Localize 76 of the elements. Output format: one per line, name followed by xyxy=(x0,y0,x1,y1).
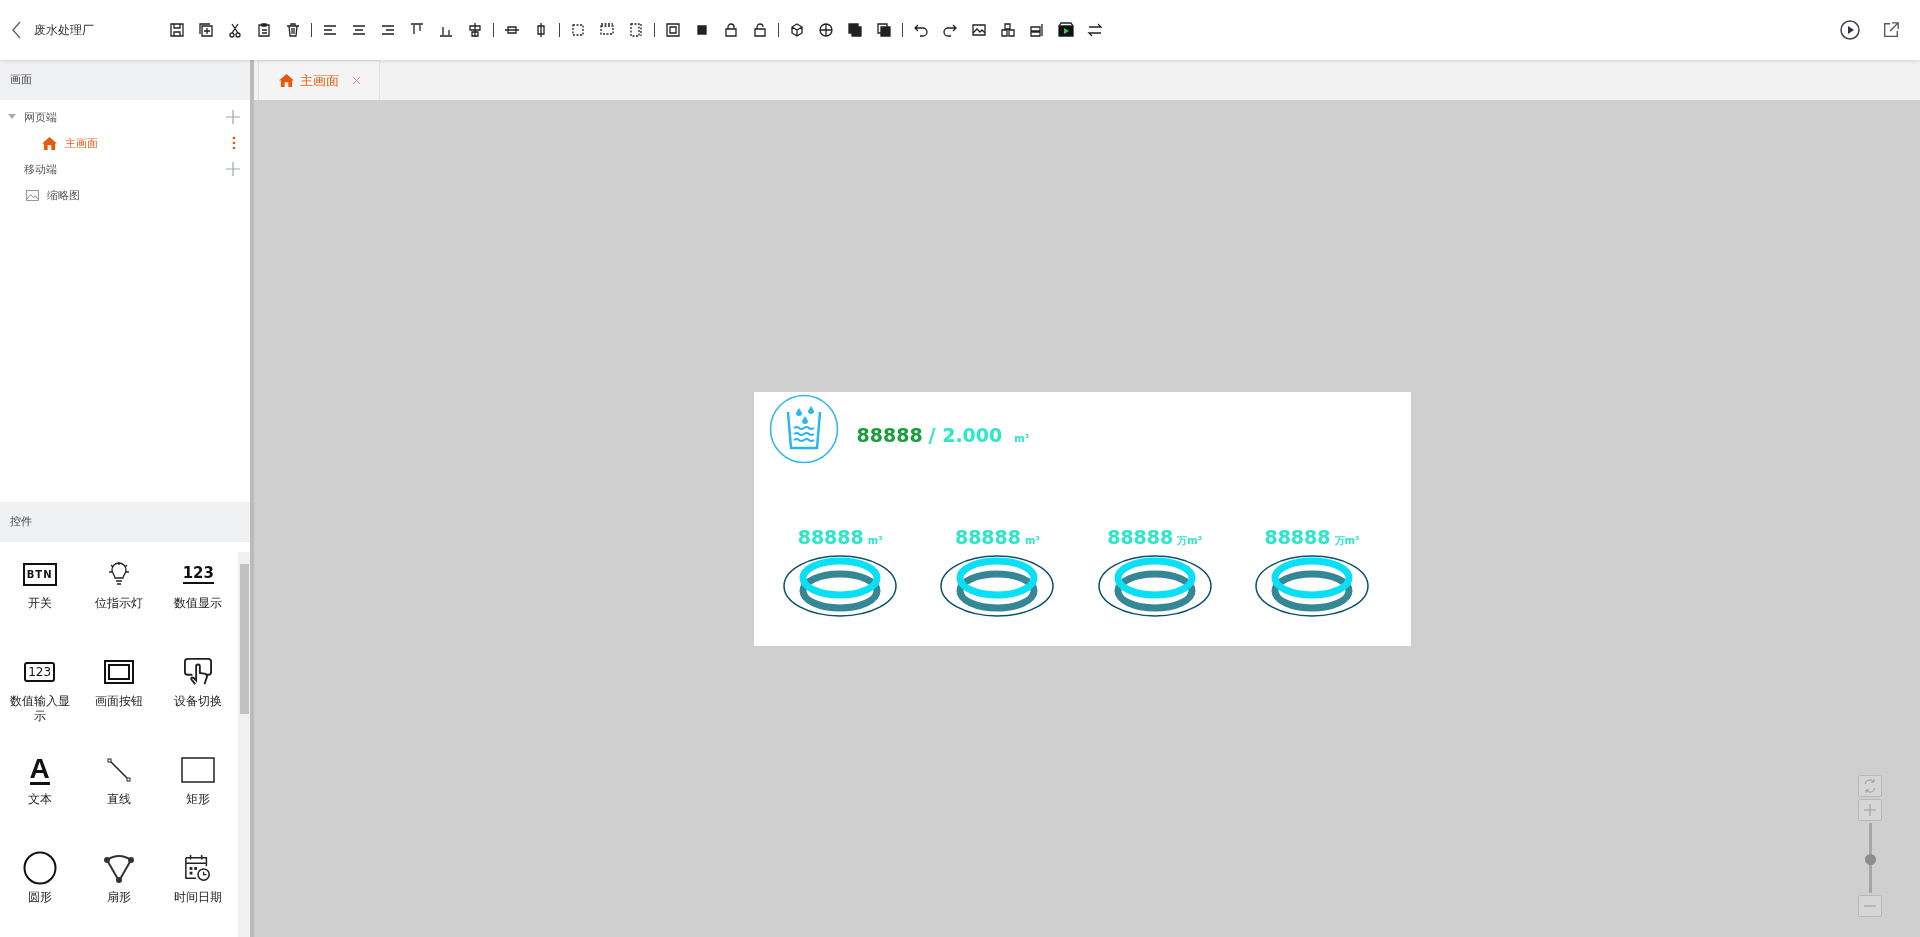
bring-front-icon[interactable] xyxy=(847,22,863,38)
control-label[interactable]: 扇形 xyxy=(84,890,154,905)
undo-icon[interactable] xyxy=(913,22,929,38)
line-icon[interactable] xyxy=(107,758,131,782)
external-link-icon[interactable] xyxy=(1882,21,1900,39)
image-icon xyxy=(26,189,39,201)
send-back-icon[interactable] xyxy=(876,22,892,38)
control-label[interactable]: 位指示灯 xyxy=(84,596,154,611)
play-icon[interactable] xyxy=(1840,20,1860,40)
number-input-icon[interactable]: 123 xyxy=(24,662,56,682)
align-center-icon[interactable] xyxy=(351,22,367,38)
button-icon[interactable]: BTN xyxy=(22,562,57,586)
tree-item[interactable]: 网页端 xyxy=(24,109,57,125)
section-header: 控件 xyxy=(0,502,250,542)
unit-label: m³ xyxy=(1014,432,1030,444)
control-label[interactable]: 画面按钮 xyxy=(84,694,154,709)
control-label[interactable]: 矩形 xyxy=(163,792,234,807)
unit-label: m³ xyxy=(867,534,883,546)
paste-icon[interactable] xyxy=(256,22,272,38)
section-header: 画面 xyxy=(0,60,250,100)
control-label[interactable]: 数值显示 xyxy=(163,596,234,611)
touch-hand-icon[interactable] xyxy=(184,658,213,686)
scrollbar[interactable] xyxy=(238,552,250,937)
globe-icon[interactable] xyxy=(818,22,834,38)
tree-item[interactable]: 缩略图 xyxy=(47,187,80,203)
video-icon[interactable] xyxy=(1058,22,1074,38)
delete-icon[interactable] xyxy=(285,22,301,38)
swap-icon[interactable] xyxy=(1087,22,1103,38)
control-label[interactable]: 开关 xyxy=(4,596,75,611)
circle-icon[interactable] xyxy=(22,851,57,885)
home-icon xyxy=(278,74,294,87)
sector-icon[interactable] xyxy=(103,852,135,884)
control-label[interactable]: 数值输入显示 xyxy=(4,694,75,724)
control-label[interactable]: 直线 xyxy=(84,792,154,807)
light-bulb-icon[interactable] xyxy=(106,561,132,587)
project-title: 废水处理厂 xyxy=(34,21,95,39)
control-label[interactable]: 圆形 xyxy=(4,890,75,905)
slider-handle[interactable] xyxy=(1864,854,1876,866)
gauge-value: 88888 xyxy=(1264,525,1331,548)
capacity-value: / 2.000 xyxy=(928,423,1003,446)
align-left-icon[interactable] xyxy=(322,22,338,38)
cut-icon[interactable] xyxy=(227,22,243,38)
unit-label: 万m³ xyxy=(1177,533,1203,548)
back-icon[interactable] xyxy=(12,21,22,39)
frame-icon[interactable] xyxy=(104,660,134,684)
cubes-icon[interactable] xyxy=(1000,22,1016,38)
home-icon xyxy=(42,136,57,150)
calendar-clock-icon[interactable] xyxy=(184,854,213,882)
dashed-frame-icon[interactable] xyxy=(570,22,586,38)
unit-label: m³ xyxy=(1025,534,1040,546)
total-value: 88888 xyxy=(856,423,923,446)
dashed-frame-icon[interactable] xyxy=(599,22,615,38)
lock-icon[interactable] xyxy=(723,22,739,38)
tree-item[interactable]: 主画面 xyxy=(65,135,98,151)
copy-icon[interactable] xyxy=(198,22,214,38)
gauge-value: 88888 xyxy=(954,525,1021,548)
group-icon[interactable] xyxy=(665,22,681,38)
tree-item[interactable]: 移动端 xyxy=(24,161,57,177)
cube-icon[interactable] xyxy=(789,22,805,38)
redo-icon[interactable] xyxy=(942,22,958,38)
rectangle-icon[interactable] xyxy=(181,757,216,783)
unit-label: 万m³ xyxy=(1334,533,1360,548)
layers-icon[interactable] xyxy=(1029,22,1045,38)
dashed-frame-icon[interactable] xyxy=(628,22,644,38)
align-middle-icon[interactable] xyxy=(467,22,483,38)
gauge-value: 88888 xyxy=(797,525,864,548)
unlock-icon[interactable] xyxy=(752,22,768,38)
control-label[interactable]: 文本 xyxy=(4,792,75,807)
save-icon[interactable] xyxy=(169,22,185,38)
align-right-icon[interactable] xyxy=(380,22,396,38)
control-label[interactable]: 设备切换 xyxy=(163,694,234,709)
more-icon[interactable] xyxy=(232,136,236,150)
control-label[interactable]: 时间日期 xyxy=(163,890,234,905)
image-icon[interactable] xyxy=(971,22,987,38)
gauge-value: 88888 xyxy=(1107,525,1174,548)
square-icon[interactable] xyxy=(694,22,710,38)
